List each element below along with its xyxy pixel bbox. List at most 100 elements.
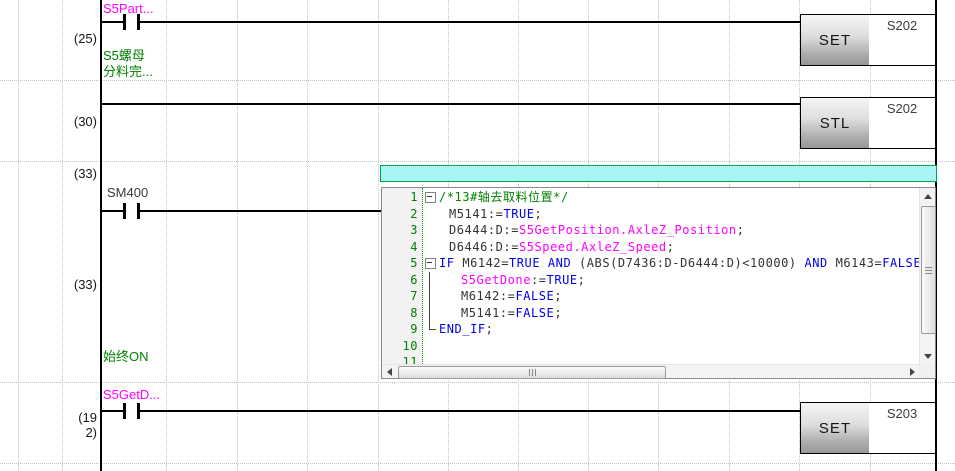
st-line-number: 3	[382, 222, 418, 238]
left-power-rail	[100, 0, 102, 471]
contact-bar	[123, 203, 126, 219]
contact-sm400[interactable]: SM400	[103, 183, 163, 223]
fold-collapse-icon[interactable]	[425, 192, 436, 203]
st-line-number: 11	[382, 354, 418, 364]
triangle-down-icon	[924, 354, 932, 359]
st-code-line[interactable]: 8 M5141:=FALSE;	[382, 305, 919, 322]
contact-bar	[123, 403, 126, 419]
st-code-line[interactable]: 6S5GetDone:=TRUE;	[382, 272, 919, 289]
fold-collapse-icon[interactable]	[425, 258, 436, 269]
st-code-text: M5141:=FALSE;	[461, 305, 562, 321]
st-line-number: 7	[382, 288, 418, 304]
inline-st-editor[interactable]: 1 /*13#轴去取料位置*/ 2 M5141:=TRUE; 3 D6444:D:=S5G…	[381, 187, 936, 379]
st-horizontal-scrollbar[interactable]	[382, 364, 919, 378]
grid-line	[0, 463, 955, 464]
instruction-operand: S203	[869, 406, 935, 421]
block-bracket-icon	[429, 288, 430, 305]
instruction-box: SET	[801, 403, 869, 453]
contact-bar	[137, 403, 140, 419]
block-bracket-icon	[429, 320, 436, 330]
triangle-up-icon	[924, 194, 932, 199]
grid-line	[307, 0, 308, 471]
rung-step-number: (25)	[20, 31, 97, 46]
wire	[140, 210, 381, 212]
device-label: S5Part...	[103, 1, 154, 16]
grid-line	[0, 382, 955, 383]
rung-step-number: 2)	[20, 425, 97, 440]
grid-line	[18, 0, 19, 471]
st-box-selection-bar[interactable]	[380, 165, 937, 182]
scrollbar-corner	[919, 364, 935, 378]
instruction-operand: S202	[869, 18, 935, 33]
st-code-line[interactable]: 7 M6142:=FALSE;	[382, 288, 919, 305]
st-line-number: 2	[382, 206, 418, 222]
st-code-line[interactable]: 3 D6444:D:=S5GetPosition.AxleZ_Position;	[382, 222, 919, 239]
st-line-number: 8	[382, 305, 418, 321]
st-code-line[interactable]: 4 D6446:D:=S5Speed.AxleZ_Speed;	[382, 239, 919, 256]
device-comment: 始终ON	[103, 349, 149, 364]
block-bracket-icon	[429, 272, 430, 289]
st-line-number: 5	[382, 255, 418, 271]
contact-bar	[137, 203, 140, 219]
scroll-up-button[interactable]	[920, 188, 936, 204]
instruction-mnemonic: SET	[819, 32, 851, 49]
thumb-grip-icon	[925, 267, 932, 274]
triangle-right-icon	[910, 368, 915, 376]
st-code-text: /*13#轴去取料位置*/	[439, 189, 569, 205]
grid-line	[62, 0, 63, 471]
st-code-line[interactable]: 11	[382, 354, 919, 364]
st-line-number: 9	[382, 321, 418, 337]
st-code-line[interactable]: 9 END_IF;	[382, 321, 919, 338]
device-label: SM400	[107, 185, 148, 200]
st-code-text: M5141:=TRUE;	[449, 206, 542, 222]
st-line-number: 4	[382, 239, 418, 255]
device-comment: S5螺母	[103, 48, 145, 63]
st-code-text: END_IF;	[439, 321, 493, 337]
st-code-line[interactable]: 10	[382, 338, 919, 355]
device-label: S5GetD...	[103, 387, 160, 402]
contact-s5getdone[interactable]: S5GetD...	[103, 386, 167, 426]
st-line-number: 1	[382, 189, 418, 205]
st-code-line[interactable]: 2 M5141:=TRUE;	[382, 206, 919, 223]
triangle-left-icon	[387, 368, 392, 376]
rung-step-number: (33)	[20, 166, 97, 181]
set-instruction-block[interactable]: SET S203	[800, 402, 936, 454]
rung-step-number: (19	[20, 410, 97, 425]
grid-line	[237, 0, 238, 471]
block-bracket-icon	[429, 305, 430, 322]
st-vertical-scrollbar[interactable]	[919, 188, 935, 364]
instruction-box: SET	[801, 15, 869, 65]
device-comment: 分料完...	[103, 64, 153, 79]
st-code-text: M6142:=FALSE;	[461, 288, 562, 304]
instruction-mnemonic: SET	[819, 420, 851, 437]
st-code-text: D6444:D:=S5GetPosition.AxleZ_Position;	[449, 222, 744, 238]
instruction-operand: S202	[869, 101, 935, 116]
stl-instruction-block[interactable]: STL S202	[800, 97, 936, 149]
thumb-grip-icon	[529, 369, 536, 376]
grid-line	[378, 0, 379, 471]
st-code-area[interactable]: 1 /*13#轴去取料位置*/ 2 M5141:=TRUE; 3 D6444:D:=S5G…	[382, 188, 919, 364]
instruction-box: STL	[801, 98, 869, 148]
grid-line	[0, 161, 955, 162]
st-code-line[interactable]: 1 /*13#轴去取料位置*/	[382, 189, 919, 206]
st-code-text: D6446:D:=S5Speed.AxleZ_Speed;	[449, 239, 674, 255]
horizontal-scroll-thumb[interactable]	[398, 366, 666, 379]
scroll-down-button[interactable]	[920, 348, 936, 364]
contact-s5part[interactable]: S5Part... S5螺母 分料完...	[103, 0, 163, 80]
rung-step-number: (33)	[20, 277, 97, 292]
grid-line	[0, 80, 955, 81]
st-line-number: 6	[382, 272, 418, 288]
scroll-left-button[interactable]	[382, 365, 396, 379]
contact-bar	[137, 14, 140, 30]
wire	[102, 103, 800, 105]
set-instruction-block[interactable]: SET S202	[800, 14, 936, 66]
vertical-scroll-thumb[interactable]	[921, 206, 936, 334]
ladder-editor-view: (25) S5Part... S5螺母 分料完... SET S202 (30)…	[0, 0, 955, 471]
wire	[140, 410, 800, 412]
st-code-line[interactable]: 5IF M6142=TRUE AND (ABS(D7436:D-D6444:D)…	[382, 255, 919, 272]
contact-bar	[123, 14, 126, 30]
st-line-number: 10	[382, 338, 418, 354]
instruction-mnemonic: STL	[820, 115, 851, 132]
scroll-right-button[interactable]	[905, 365, 919, 379]
wire	[140, 21, 800, 23]
